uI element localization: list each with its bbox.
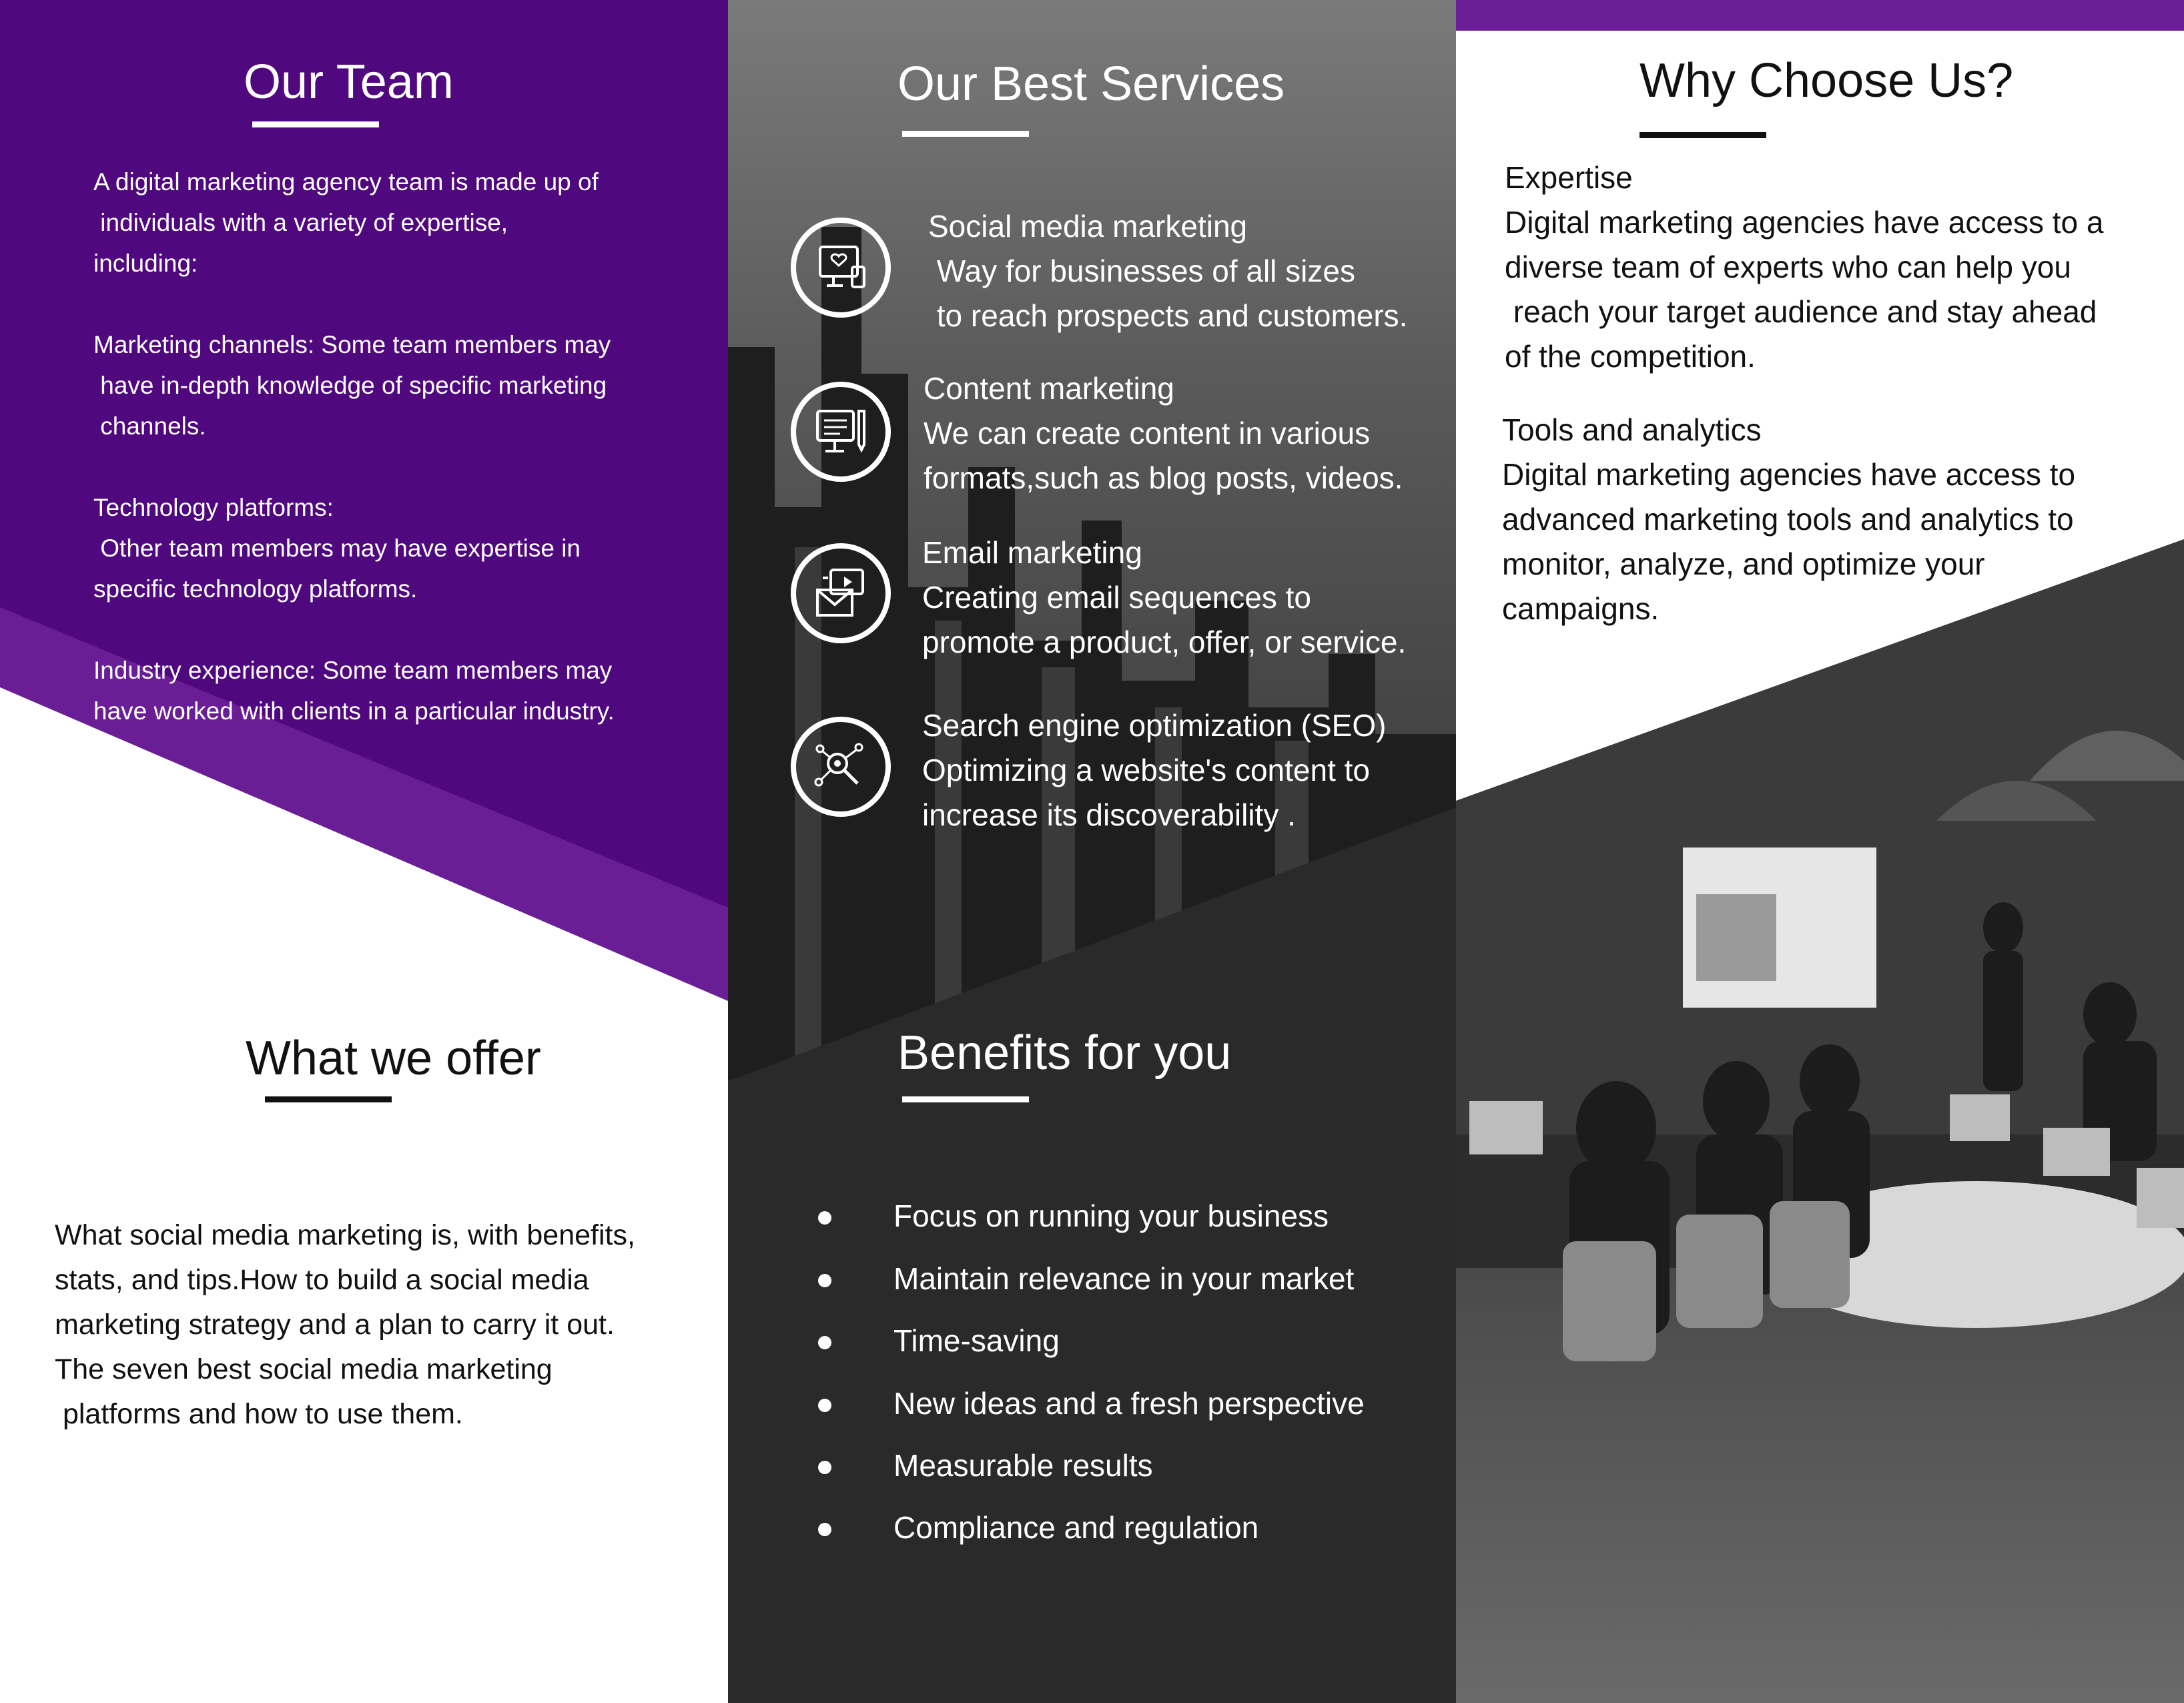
panel-why-choose-us: Why Choose Us? Expertise Digital marketi…	[1456, 0, 2184, 1703]
social-media-icon	[791, 218, 891, 318]
benefits-underline	[902, 1096, 1029, 1102]
bullet-icon	[818, 1461, 831, 1474]
our-best-services-title: Our Best Services	[897, 57, 1285, 111]
our-team-text: A digital marketing agency team is made …	[93, 168, 615, 725]
benefits-title: Benefits for you	[897, 1026, 1232, 1080]
bullet-icon	[818, 1211, 831, 1225]
bullet-icon	[818, 1523, 831, 1536]
email-marketing-icon	[791, 543, 891, 643]
benefit-item: Time-saving	[893, 1323, 1060, 1358]
benefit-item: New ideas and a fresh perspective	[893, 1386, 1365, 1421]
what-we-offer-underline	[265, 1096, 392, 1102]
our-team-underline	[252, 121, 379, 127]
benefit-item: Maintain relevance in your market	[893, 1261, 1355, 1296]
bullet-icon	[818, 1399, 831, 1412]
our-team-title: Our Team	[244, 55, 454, 109]
content-marketing-icon	[791, 382, 891, 482]
our-best-services-underline	[902, 131, 1029, 137]
service-email-marketing-text: Email marketing Creating email sequences…	[922, 535, 1407, 659]
seo-icon	[791, 717, 891, 817]
what-we-offer-title: What we offer	[246, 1032, 541, 1085]
panel-our-team: Our Team A digital marketing agency team…	[0, 0, 728, 1703]
benefit-item: Measurable results	[893, 1448, 1153, 1483]
bullet-icon	[818, 1336, 831, 1349]
benefit-item: Compliance and regulation	[893, 1510, 1259, 1545]
tools-analytics-text: Tools and analytics Digital marketing ag…	[1502, 412, 2076, 626]
service-content-marketing-text: Content marketing We can create content …	[924, 371, 1403, 495]
panel-services: Our Best Services Social media marketing…	[728, 0, 1456, 1703]
expertise-text: Expertise Digital marketing agencies hav…	[1505, 160, 2104, 374]
bullet-icon	[818, 1274, 831, 1287]
why-choose-us-underline	[1640, 132, 1766, 138]
what-we-offer-text: What social media marketing is, with ben…	[55, 1219, 635, 1430]
service-social-media-text: Social media marketing Way for businesse…	[928, 209, 1408, 333]
why-choose-us-title: Why Choose Us?	[1640, 54, 2014, 107]
benefit-item: Focus on running your business	[893, 1199, 1329, 1233]
service-seo-text: Search engine optimization (SEO) Optimiz…	[922, 708, 1387, 832]
